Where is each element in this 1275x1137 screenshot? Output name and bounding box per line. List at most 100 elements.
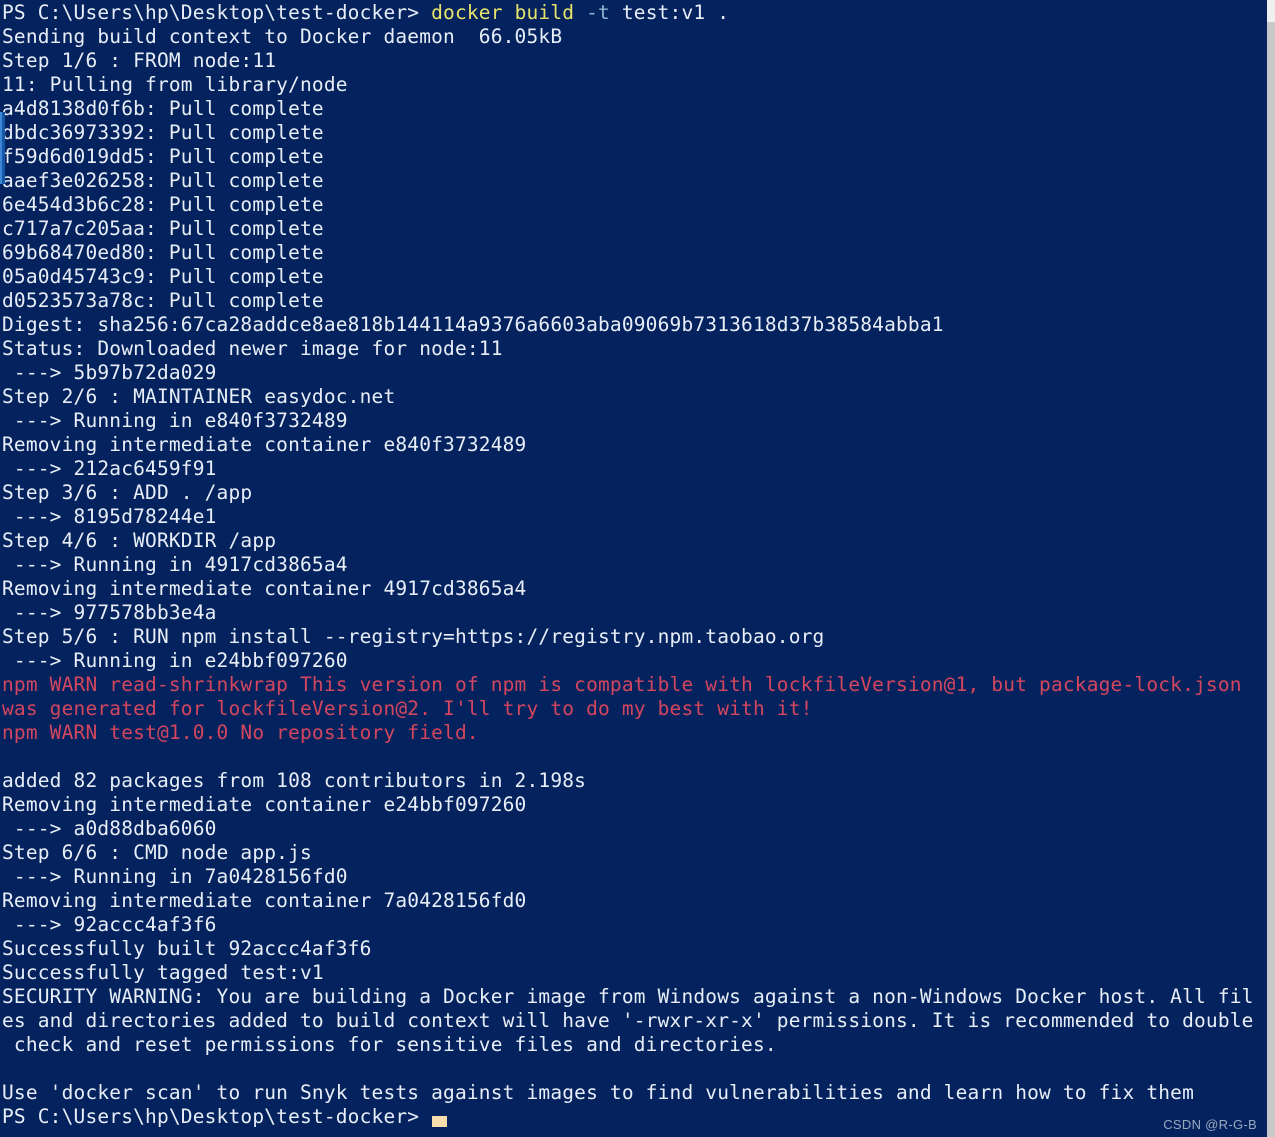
line-pull-6: c717a7c205aa: Pull complete [0,217,1267,241]
line-removing-2: Removing intermediate container 4917cd38… [0,577,1267,601]
line-running-3: ---> Running in e24bbf097260 [0,649,1267,673]
line-layer-3-seg-0: ---> 8195d78244e1 [2,505,217,528]
line-final-prompt-seg-0: PS C:\Users\hp\Desktop\test-docker> [2,1105,432,1128]
line-built-seg-0: Successfully built 92accc4af3f6 [2,937,372,960]
line-layer-5-seg-0: ---> a0d88dba6060 [2,817,217,840]
line-pull-7: 69b68470ed80: Pull complete [0,241,1267,265]
line-step-5: Step 5/6 : RUN npm install --registry=ht… [0,625,1267,649]
line-built: Successfully built 92accc4af3f6 [0,937,1267,961]
line-pull-8: 05a0d45743c9: Pull complete [0,265,1267,289]
line-tagged-seg-0: Successfully tagged test:v1 [2,961,324,984]
line-running-4-seg-0: ---> Running in 7a0428156fd0 [2,865,348,888]
line-running-2-seg-0: ---> Running in 4917cd3865a4 [2,553,348,576]
line-pull-7-seg-0: 69b68470ed80: Pull complete [2,241,324,264]
line-security-warning-2: es and directories added to build contex… [0,1009,1267,1033]
line-tagged: Successfully tagged test:v1 [0,961,1267,985]
line-npm-warn-1b: was generated for lockfileVersion@2. I'l… [0,697,1267,721]
line-running-1: ---> Running in e840f3732489 [0,409,1267,433]
line-security-warning-2-seg-0: es and directories added to build contex… [2,1009,1254,1032]
line-pull-2: dbdc36973392: Pull complete [0,121,1267,145]
line-removing-4-seg-0: Removing intermediate container 7a042815… [2,889,527,912]
csdn-watermark: CSDN @R-G-B [1163,1117,1257,1132]
line-running-2: ---> Running in 4917cd3865a4 [0,553,1267,577]
line-step-2-seg-0: Step 2/6 : MAINTAINER easydoc.net [2,385,396,408]
line-layer-2: ---> 212ac6459f91 [0,457,1267,481]
line-layer-1: ---> 5b97b72da029 [0,361,1267,385]
line-security-warning-1: SECURITY WARNING: You are building a Doc… [0,985,1267,1009]
line-blank-1-seg-0 [2,745,14,768]
line-layer-4-seg-0: ---> 977578bb3e4a [2,601,217,624]
line-pull-8-seg-0: 05a0d45743c9: Pull complete [2,265,324,288]
line-npm-warn-1b-seg-0: was generated for lockfileVersion@2. I'l… [2,697,813,720]
line-sending-context: Sending build context to Docker daemon 6… [0,25,1267,49]
line-pull-2-seg-0: dbdc36973392: Pull complete [2,121,324,144]
powershell-terminal-window[interactable]: PS C:\Users\hp\Desktop\test-docker> dock… [0,0,1275,1137]
line-step-4-seg-0: Step 4/6 : WORKDIR /app [2,529,277,552]
line-digest-seg-0: Digest: sha256:67ca28addce8ae818b144114a… [2,313,944,336]
line-step-1-seg-0: Step 1/6 : FROM node:11 [2,49,277,72]
line-removing-1: Removing intermediate container e840f373… [0,433,1267,457]
line-layer-3: ---> 8195d78244e1 [0,505,1267,529]
left-scrollbar-nub-highlight[interactable] [0,112,2,184]
line-pulling-seg-0: 11: Pulling from library/node [2,73,348,96]
line-npm-warn-1a-seg-0: npm WARN read-shrinkwrap This version of… [2,673,1242,696]
terminal-lines-container: PS C:\Users\hp\Desktop\test-docker> dock… [0,0,1267,1129]
terminal-output-area[interactable]: PS C:\Users\hp\Desktop\test-docker> dock… [0,0,1267,1137]
line-pull-1: a4d8138d0f6b: Pull complete [0,97,1267,121]
line-npm-warn-2: npm WARN test@1.0.0 No repository field. [0,721,1267,745]
line-digest: Digest: sha256:67ca28addce8ae818b144114a… [0,313,1267,337]
line-pull-5: 6e454d3b6c28: Pull complete [0,193,1267,217]
line-pull-3-seg-0: f59d6d019dd5: Pull complete [2,145,324,168]
line-pulling: 11: Pulling from library/node [0,73,1267,97]
line-removing-2-seg-0: Removing intermediate container 4917cd38… [2,577,527,600]
line-layer-4: ---> 977578bb3e4a [0,601,1267,625]
line-security-warning-3-seg-0: check and reset permissions for sensitiv… [2,1033,777,1056]
line-security-warning-1-seg-0: SECURITY WARNING: You are building a Doc… [2,985,1254,1008]
line-blank-1 [0,745,1267,769]
line-layer-2-seg-0: ---> 212ac6459f91 [2,457,217,480]
line-layer-6-seg-0: ---> 92accc4af3f6 [2,913,217,936]
line-pull-6-seg-0: c717a7c205aa: Pull complete [2,217,324,240]
line-layer-1-seg-0: ---> 5b97b72da029 [2,361,217,384]
line-docker-scan-tip: Use 'docker scan' to run Snyk tests agai… [0,1081,1267,1105]
line-running-4: ---> Running in 7a0428156fd0 [0,865,1267,889]
line-step-3-seg-0: Step 3/6 : ADD . /app [2,481,253,504]
line-prompt-command-seg-1: docker build [431,1,587,24]
line-running-3-seg-0: ---> Running in e24bbf097260 [2,649,348,672]
line-step-4: Step 4/6 : WORKDIR /app [0,529,1267,553]
line-status: Status: Downloaded newer image for node:… [0,337,1267,361]
vertical-scrollbar-thumb[interactable] [1267,0,1275,22]
line-step-6-seg-0: Step 6/6 : CMD node app.js [2,841,312,864]
line-pull-4-seg-0: aaef3e026258: Pull complete [2,169,324,192]
line-step-1: Step 1/6 : FROM node:11 [0,49,1267,73]
vertical-scrollbar[interactable] [1267,0,1275,1137]
line-prompt-command-seg-0: PS C:\Users\hp\Desktop\test-docker> [2,1,432,24]
line-pull-1-seg-0: a4d8138d0f6b: Pull complete [2,97,324,120]
line-pull-9-seg-0: d0523573a78c: Pull complete [2,289,324,312]
line-running-1-seg-0: ---> Running in e840f3732489 [2,409,348,432]
line-layer-5: ---> a0d88dba6060 [0,817,1267,841]
line-added-packages: added 82 packages from 108 contributors … [0,769,1267,793]
line-step-6: Step 6/6 : CMD node app.js [0,841,1267,865]
line-prompt-command-seg-2: -t [586,1,622,24]
line-npm-warn-2-seg-0: npm WARN test@1.0.0 No repository field. [2,721,479,744]
line-prompt-command: PS C:\Users\hp\Desktop\test-docker> dock… [0,1,1267,25]
line-removing-4: Removing intermediate container 7a042815… [0,889,1267,913]
line-added-packages-seg-0: added 82 packages from 108 contributors … [2,769,587,792]
line-layer-6: ---> 92accc4af3f6 [0,913,1267,937]
line-pull-9: d0523573a78c: Pull complete [0,289,1267,313]
line-pull-5-seg-0: 6e454d3b6c28: Pull complete [2,193,324,216]
line-step-5-seg-0: Step 5/6 : RUN npm install --registry=ht… [2,625,825,648]
line-removing-3-seg-0: Removing intermediate container e24bbf09… [2,793,527,816]
line-step-2: Step 2/6 : MAINTAINER easydoc.net [0,385,1267,409]
line-removing-1-seg-0: Removing intermediate container e840f373… [2,433,527,456]
line-status-seg-0: Status: Downloaded newer image for node:… [2,337,503,360]
line-blank-2 [0,1057,1267,1081]
line-step-3: Step 3/6 : ADD . /app [0,481,1267,505]
line-docker-scan-tip-seg-0: Use 'docker scan' to run Snyk tests agai… [2,1081,1194,1104]
line-pull-4: aaef3e026258: Pull complete [0,169,1267,193]
line-prompt-command-seg-3: test:v1 . [621,1,730,24]
line-npm-warn-1a: npm WARN read-shrinkwrap This version of… [0,673,1267,697]
line-sending-context-seg-0: Sending build context to Docker daemon 6… [2,25,563,48]
text-cursor [432,1116,447,1127]
